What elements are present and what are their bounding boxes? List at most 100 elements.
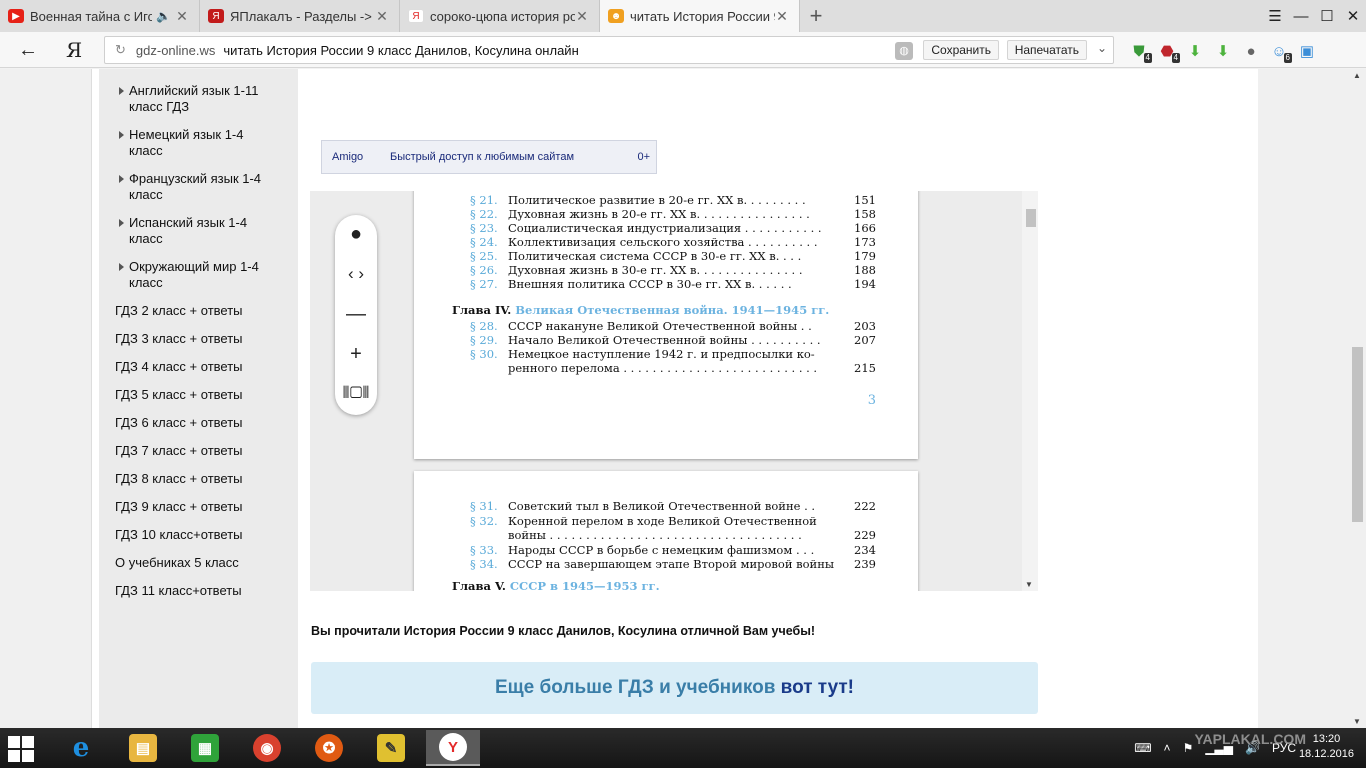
book-reader[interactable]: § 21. Политическое развитие в 20-е гг. XX… xyxy=(310,191,1038,591)
print-button[interactable]: Напечатать xyxy=(1006,40,1087,60)
clock[interactable]: 13:20 18.12.2016 xyxy=(1299,732,1354,762)
close-tab-icon[interactable]: ✕ xyxy=(375,8,389,25)
fit-page-icon[interactable]: ⦀▢⦀ xyxy=(335,379,377,409)
sidebar-item-gdz11[interactable]: ГДЗ 11 класс+ответы xyxy=(115,583,242,599)
close-window-icon[interactable]: ✕ xyxy=(1340,0,1366,32)
reader-scrollbar[interactable]: ▼ xyxy=(1022,191,1038,591)
sidebar-item-gdz8[interactable]: ГДЗ 8 класс + ответы xyxy=(115,471,243,487)
download-arrow-icon[interactable]: ⬇ xyxy=(1212,40,1234,62)
sidebar-subitem-french[interactable]: Французский язык 1-4 класс xyxy=(119,171,279,203)
network-icon[interactable]: ▁▃▅ xyxy=(1205,741,1233,755)
scroll-up-icon[interactable]: ▲ xyxy=(1353,71,1361,80)
flag-icon[interactable]: ⚑ xyxy=(1183,741,1194,755)
ad-banner[interactable]: Amigo Быстрый доступ к любимым сайтам 0+ xyxy=(321,140,657,174)
zoom-out-icon[interactable]: — xyxy=(335,299,377,329)
yandex-logo[interactable]: Я xyxy=(66,38,82,62)
keyboard-icon[interactable]: ⌨ xyxy=(1134,741,1151,755)
scroll-thumb[interactable] xyxy=(1352,347,1363,522)
speaker-icon[interactable]: 🔈 xyxy=(156,9,171,23)
scroll-down-icon[interactable]: ▼ xyxy=(1353,717,1361,726)
picture-icon[interactable]: ▣ xyxy=(1296,40,1318,62)
sidebar-item-gdz5[interactable]: ГДЗ 5 класс + ответы xyxy=(115,387,243,403)
translate-icon[interactable]: ◍ xyxy=(895,42,913,60)
url-page-title: читать История России 9 класс Данилов, К… xyxy=(223,42,579,58)
tray-expand-icon[interactable]: ˄ xyxy=(1164,741,1171,755)
taskbar-ie[interactable]: e xyxy=(54,730,108,766)
youtube-icon: ▶ xyxy=(8,9,24,23)
tab-strip: ▶ Военная тайна с Игор 🔈 ✕ Я ЯПлакалъ - … xyxy=(0,0,1366,32)
tab-gdz-active[interactable]: ☻ читать История России 9 ✕ xyxy=(600,0,800,32)
scroll-down-icon[interactable]: ▼ xyxy=(1025,580,1033,589)
tab-yandex-search[interactable]: Я сороко-цюпа история росс ✕ xyxy=(400,0,600,32)
language-indicator[interactable]: РУС xyxy=(1272,741,1296,755)
adblock-icon[interactable]: ⬣ 4 xyxy=(1156,40,1180,63)
extension-icons: ⛊ 4 ⬣ 4 ⬇ ⬇ ● ☺ 6 ▣ xyxy=(1128,40,1318,63)
minimize-icon[interactable]: — xyxy=(1288,0,1314,32)
sidebar-subitem-spanish[interactable]: Испанский язык 1-4 класс xyxy=(119,215,279,247)
sidebar-item-gdz9[interactable]: ГДЗ 9 класс + ответы xyxy=(115,499,243,515)
sidebar-item-gdz4[interactable]: ГДЗ 4 класс + ответы xyxy=(115,359,243,375)
close-tab-icon[interactable]: ✕ xyxy=(175,8,189,25)
close-tab-icon[interactable]: ✕ xyxy=(775,8,789,25)
sidebar-subitem-german[interactable]: Немецкий язык 1-4 класс xyxy=(119,127,279,159)
volume-icon[interactable]: 🔊 xyxy=(1245,741,1260,755)
clock-date: 18.12.2016 xyxy=(1298,748,1354,760)
ghost-icon[interactable]: ☺ 6 xyxy=(1268,40,1292,63)
shield-icon[interactable]: ⛊ 4 xyxy=(1128,40,1152,63)
download-arrow-icon[interactable]: ⬇ xyxy=(1184,40,1206,62)
sidebar-subitem-english[interactable]: Английский язык 1-11 класс ГДЗ xyxy=(119,83,279,115)
gdz-icon: ☻ xyxy=(608,9,624,23)
toc-row: § 25. Политическая система СССР в 30-е гг… xyxy=(470,249,876,263)
page-number: 3 xyxy=(867,393,876,408)
taskbar-chrome[interactable]: ◉ xyxy=(240,730,294,766)
page-border xyxy=(91,69,99,728)
tab-youtube[interactable]: ▶ Военная тайна с Игор 🔈 ✕ xyxy=(0,0,200,32)
explorer-icon: ▤ xyxy=(129,734,157,762)
sidebar-item-gdz6[interactable]: ГДЗ 6 класс + ответы xyxy=(115,415,243,431)
more-gdz-banner[interactable]: Еще больше ГДЗ и учебников вот тут! xyxy=(311,662,1038,714)
taskbar-yandex-browser[interactable]: Y xyxy=(426,730,480,766)
taskbar-explorer[interactable]: ▤ xyxy=(116,730,170,766)
new-tab-button[interactable]: + xyxy=(800,0,832,32)
chapter-heading: Глава V. СССР в 1945—1953 гг. xyxy=(452,579,660,591)
sidebar-item-about5[interactable]: О учебниках 5 класс xyxy=(115,555,239,571)
toc-row: § 23. Социалистическая индустриализация .… xyxy=(470,221,876,235)
reader-controls: ● ‹ › — + ⦀▢⦀ xyxy=(335,215,377,415)
maximize-icon[interactable]: ☐ xyxy=(1314,0,1340,32)
sidebar-item-gdz7[interactable]: ГДЗ 7 класс + ответы xyxy=(115,443,243,459)
taskbar-media[interactable]: ✪ xyxy=(302,730,356,766)
scroll-thumb[interactable] xyxy=(1026,209,1036,227)
sidebar-item-gdz10[interactable]: ГДЗ 10 класс+ответы xyxy=(115,527,243,543)
chevron-down-icon[interactable]: ⌄ xyxy=(1097,41,1107,55)
sidebar-item-gdz2[interactable]: ГДЗ 2 класс + ответы xyxy=(115,303,243,319)
finish-message: Вы прочитали История России 9 класс Дани… xyxy=(311,624,816,638)
address-input[interactable]: ↻ gdz-online.ws читать История России 9 … xyxy=(104,36,1114,64)
menu-icon[interactable]: ☰ xyxy=(1262,0,1288,32)
bulb-icon[interactable]: ● xyxy=(1240,40,1262,62)
taskbar-paint[interactable]: ✎ xyxy=(364,730,418,766)
close-tab-icon[interactable]: ✕ xyxy=(575,8,589,25)
media-player-icon: ✪ xyxy=(315,734,343,762)
prev-next-icon[interactable]: ‹ › xyxy=(335,259,377,289)
windows-start-icon[interactable] xyxy=(8,736,34,762)
toc-row: § 28. СССР накануне Великой Отечественной… xyxy=(470,319,876,333)
yandex-browser-icon: Y xyxy=(439,733,467,761)
sidebar-subitem-world[interactable]: Окружающий мир 1-4 класс xyxy=(119,259,279,291)
more-text: Еще больше ГДЗ и учебников xyxy=(494,677,781,698)
store-icon: ▦ xyxy=(191,734,219,762)
sidebar: Английский язык 1-11 класс ГДЗ Немецкий … xyxy=(99,69,298,728)
save-button[interactable]: Сохранить xyxy=(923,40,999,60)
zoom-in-icon[interactable]: + xyxy=(335,339,377,369)
tab-yaplakal[interactable]: Я ЯПлакалъ - Разделы -> Ред ✕ xyxy=(200,0,400,32)
back-arrow-icon[interactable]: ← xyxy=(14,38,42,62)
reload-icon[interactable]: ↻ xyxy=(115,42,126,58)
taskbar-store[interactable]: ▦ xyxy=(178,730,232,766)
ad-text: Быстрый доступ к любимым сайтам xyxy=(390,151,575,163)
toc-row: § 24. Коллективизация сельского хозяйства… xyxy=(470,235,876,249)
dot-icon[interactable]: ● xyxy=(335,219,377,249)
url-host: gdz-online.ws xyxy=(135,42,216,58)
yaplakal-icon: Я xyxy=(208,9,224,23)
page-scrollbar[interactable]: ▲ ▼ xyxy=(1349,69,1366,728)
more-link[interactable]: вот тут! xyxy=(781,677,854,698)
sidebar-item-gdz3[interactable]: ГДЗ 3 класс + ответы xyxy=(115,331,243,347)
